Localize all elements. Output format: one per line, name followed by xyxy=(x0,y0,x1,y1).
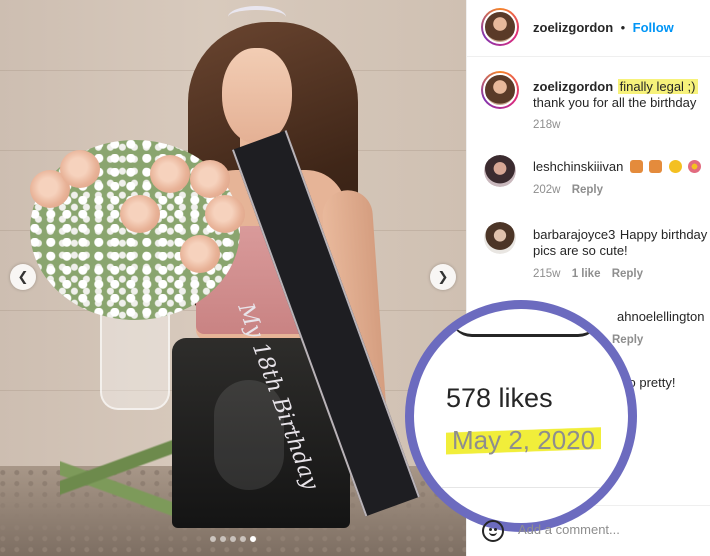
tiara xyxy=(228,6,286,28)
caption-time: 218w xyxy=(533,119,561,131)
comment-username[interactable]: barbarajoyce3 xyxy=(533,227,615,242)
comment: ahnoelellington xyxy=(617,308,710,326)
rose xyxy=(180,235,220,273)
rose xyxy=(150,155,190,193)
carousel-dot[interactable] xyxy=(240,536,246,542)
comment: barbarajoyce3 Happy birthday xyxy=(533,226,707,244)
carousel-dot[interactable] xyxy=(230,536,236,542)
caption-username[interactable]: zoelizgordon xyxy=(533,79,613,94)
reply-button[interactable]: Reply xyxy=(612,334,643,346)
commenter-avatar[interactable] xyxy=(484,155,516,187)
carousel-dots xyxy=(210,536,256,542)
commenter-avatar[interactable] xyxy=(484,222,516,254)
post-header: zoelizgordon • Follow xyxy=(533,19,674,37)
chevron-right-icon[interactable]: ❯ xyxy=(430,264,456,290)
comment-meta: 215w 1 like Reply xyxy=(533,268,643,280)
action-icons-zoomed xyxy=(450,315,600,337)
follow-button[interactable]: Follow xyxy=(633,20,674,35)
header-separator: • xyxy=(620,20,626,35)
post-date: May 2, 2020 xyxy=(446,425,602,456)
caption-avatar[interactable] xyxy=(481,71,519,109)
add-comment-bar xyxy=(466,508,710,556)
comment-input[interactable] xyxy=(518,522,698,537)
comment-time: 202w xyxy=(533,184,561,196)
comment-username[interactable]: leshchinskiiivan xyxy=(533,159,623,174)
rose xyxy=(190,160,230,198)
carousel-dot-active[interactable] xyxy=(250,536,256,542)
comment-meta: 202w Reply xyxy=(533,184,603,196)
carousel-dot[interactable] xyxy=(220,536,226,542)
emoji-picker-icon[interactable] xyxy=(482,520,504,542)
caption-line: zoelizgordon finally legal ;) xyxy=(533,78,698,96)
flower-emoji-icon xyxy=(688,160,702,173)
house-emoji-icon xyxy=(649,160,663,173)
comment: leshchinskiiivan xyxy=(533,158,702,176)
author-username[interactable]: zoelizgordon xyxy=(533,20,613,35)
rose xyxy=(120,195,160,233)
comment-time: 215w xyxy=(533,268,561,280)
reply-button[interactable]: Reply xyxy=(612,268,643,280)
zoomed-divider xyxy=(414,487,628,488)
comment-meta: Reply xyxy=(612,334,643,346)
smile-emoji-icon xyxy=(668,160,682,173)
caption-text: thank you for all the birthday xyxy=(533,95,697,110)
comment-text: Happy birthday xyxy=(619,227,708,242)
rose xyxy=(60,150,100,188)
carousel-dot[interactable] xyxy=(210,536,216,542)
caption-highlight: finally legal ;) xyxy=(617,79,698,94)
likes-count[interactable]: 578 likes xyxy=(446,383,553,414)
comment-likes[interactable]: 1 like xyxy=(572,268,601,280)
plant-leaves xyxy=(60,400,180,556)
house-emoji-icon xyxy=(629,160,643,173)
chevron-left-icon[interactable]: ❮ xyxy=(10,264,36,290)
author-avatar[interactable] xyxy=(481,8,519,46)
rose xyxy=(205,195,245,233)
comment-text-line2: pics are so cute! xyxy=(533,243,628,258)
reply-button[interactable]: Reply xyxy=(572,184,603,196)
face xyxy=(222,48,292,144)
magnifier-callout: 578 likes May 2, 2020 xyxy=(405,300,637,532)
comment-username[interactable]: ahnoelellington xyxy=(617,309,704,324)
post-photo: My 18th Birthday ❮ ❯ xyxy=(0,0,466,556)
header-divider xyxy=(467,56,710,57)
